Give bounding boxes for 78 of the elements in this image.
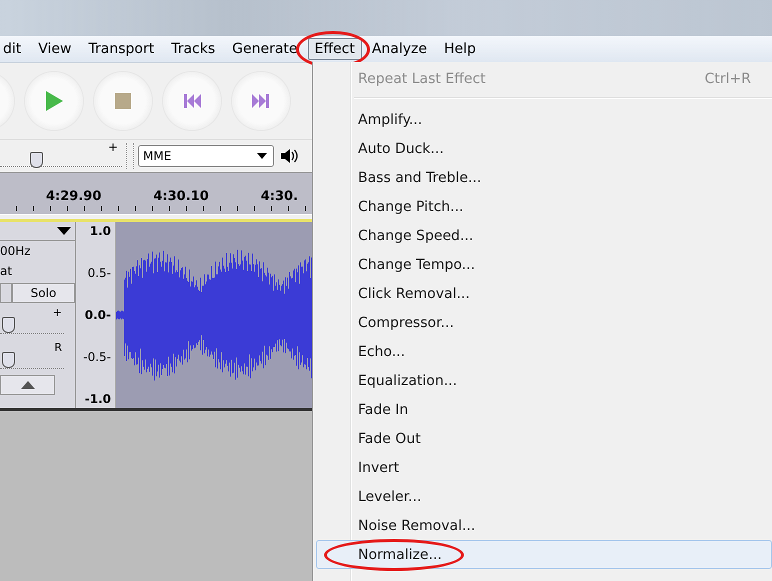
axis-label: -1.0 bbox=[84, 392, 111, 406]
menu-item[interactable]: Invert bbox=[316, 453, 772, 482]
menu-item[interactable]: Echo... bbox=[316, 337, 772, 366]
speaker-icon bbox=[280, 148, 298, 164]
slider-thumb[interactable] bbox=[2, 317, 15, 333]
menu-item-label: Repeat Last Effect bbox=[358, 70, 486, 86]
device-dropdown[interactable]: MME bbox=[138, 145, 274, 167]
dropdown-caret-icon bbox=[57, 227, 71, 235]
menu-item[interactable]: Change Tempo... bbox=[316, 250, 772, 279]
sample-rate-label: 00Hz bbox=[0, 243, 32, 260]
play-icon bbox=[44, 90, 64, 112]
menu-item[interactable]: Normalize... bbox=[316, 540, 772, 569]
ruler-label: 4:29.90 bbox=[46, 189, 102, 204]
skip-to-end-button[interactable] bbox=[232, 72, 290, 130]
menu-item[interactable]: Fade Out bbox=[316, 424, 772, 453]
menu-item-label: Compressor... bbox=[358, 314, 454, 330]
ruler-label: 4:30.10 bbox=[153, 189, 209, 204]
triangle-icon bbox=[20, 381, 34, 389]
format-label: at bbox=[0, 263, 14, 280]
menu-item-label: Click Removal... bbox=[358, 286, 470, 302]
menu-item-label: Fade In bbox=[358, 402, 408, 418]
shortcut-label: Ctrl+R bbox=[704, 70, 751, 86]
skip-to-end-icon bbox=[252, 93, 270, 109]
solo-button[interactable]: Solo bbox=[12, 283, 75, 303]
slider-label: R bbox=[54, 341, 62, 354]
collapse-button[interactable] bbox=[0, 375, 55, 395]
axis-label: 0.5- bbox=[88, 266, 111, 280]
menu-item-label: Noise Removal... bbox=[358, 518, 476, 534]
slider-label: + bbox=[52, 306, 62, 319]
menu-bar-item[interactable]: Generate bbox=[225, 38, 305, 60]
menu-bar-item[interactable]: View bbox=[31, 38, 78, 60]
menu-bar-item[interactable]: Transport bbox=[82, 38, 162, 60]
caret-icon bbox=[257, 153, 267, 159]
slider-thumb[interactable] bbox=[30, 152, 43, 168]
menu-item[interactable]: Noise Removal... bbox=[316, 511, 772, 540]
axis-label: 0.0- bbox=[84, 308, 111, 322]
timeline-ruler[interactable]: 4:29.90 4:30.10 4:30. bbox=[0, 172, 312, 215]
skip-to-start-button[interactable] bbox=[163, 72, 221, 130]
ruler-label: 4:30. bbox=[260, 189, 298, 204]
menu-bar-item[interactable]: Analyze bbox=[364, 38, 434, 60]
stop-button[interactable] bbox=[94, 72, 152, 130]
play-button[interactable] bbox=[25, 72, 83, 130]
menu-item-label: Amplify... bbox=[358, 112, 422, 128]
menu-item[interactable]: Equalization... bbox=[316, 366, 772, 395]
mute-button[interactable] bbox=[0, 283, 12, 303]
volume-slider[interactable]: + bbox=[0, 142, 122, 166]
menu-item[interactable]: Amplify... bbox=[316, 105, 772, 134]
menu-item-label: Bass and Treble... bbox=[358, 170, 482, 186]
pan-slider[interactable]: R bbox=[0, 338, 64, 369]
menu-item-label: Fade Out bbox=[358, 430, 421, 446]
menu-item[interactable]: Click Removal... bbox=[316, 279, 772, 308]
stop-icon bbox=[114, 92, 132, 110]
menu-item[interactable]: Change Pitch... bbox=[316, 192, 772, 221]
menu-item-label: Change Speed... bbox=[358, 228, 474, 244]
menu-item[interactable]: Compressor... bbox=[316, 308, 772, 337]
menu-item[interactable]: Bass and Treble... bbox=[316, 163, 772, 192]
axis-label: 1.0 bbox=[90, 224, 111, 238]
menu-item-label: Normalize... bbox=[358, 546, 442, 562]
gain-slider[interactable]: + bbox=[0, 303, 64, 334]
menu-item-label: Equalization... bbox=[358, 372, 458, 388]
menu-item-label: Auto Duck... bbox=[358, 140, 444, 156]
menu-item[interactable]: Auto Duck... bbox=[316, 134, 772, 163]
axis-label: -0.5- bbox=[83, 350, 111, 364]
menu-bar-item[interactable]: Help bbox=[437, 38, 483, 60]
skip-to-start-icon bbox=[183, 93, 201, 109]
menu-bar-item[interactable]: Effect bbox=[308, 38, 362, 60]
menu-item-label: Change Pitch... bbox=[358, 198, 464, 214]
menu-item-label: Invert bbox=[358, 460, 400, 476]
slider-thumb[interactable] bbox=[2, 352, 15, 368]
menu-item-label: Change Tempo... bbox=[358, 256, 476, 272]
menu-item[interactable]: Leveler... bbox=[316, 482, 772, 511]
menu-item-label: Leveler... bbox=[358, 488, 422, 504]
menu-bar-item[interactable]: dit bbox=[0, 38, 28, 60]
slider-label: + bbox=[108, 140, 118, 154]
menu-item-label: Echo... bbox=[358, 344, 406, 360]
menu-item[interactable]: Fade In bbox=[316, 395, 772, 424]
menu-bar-item[interactable]: Tracks bbox=[164, 38, 222, 60]
menu-item[interactable]: Change Speed... bbox=[316, 221, 772, 250]
